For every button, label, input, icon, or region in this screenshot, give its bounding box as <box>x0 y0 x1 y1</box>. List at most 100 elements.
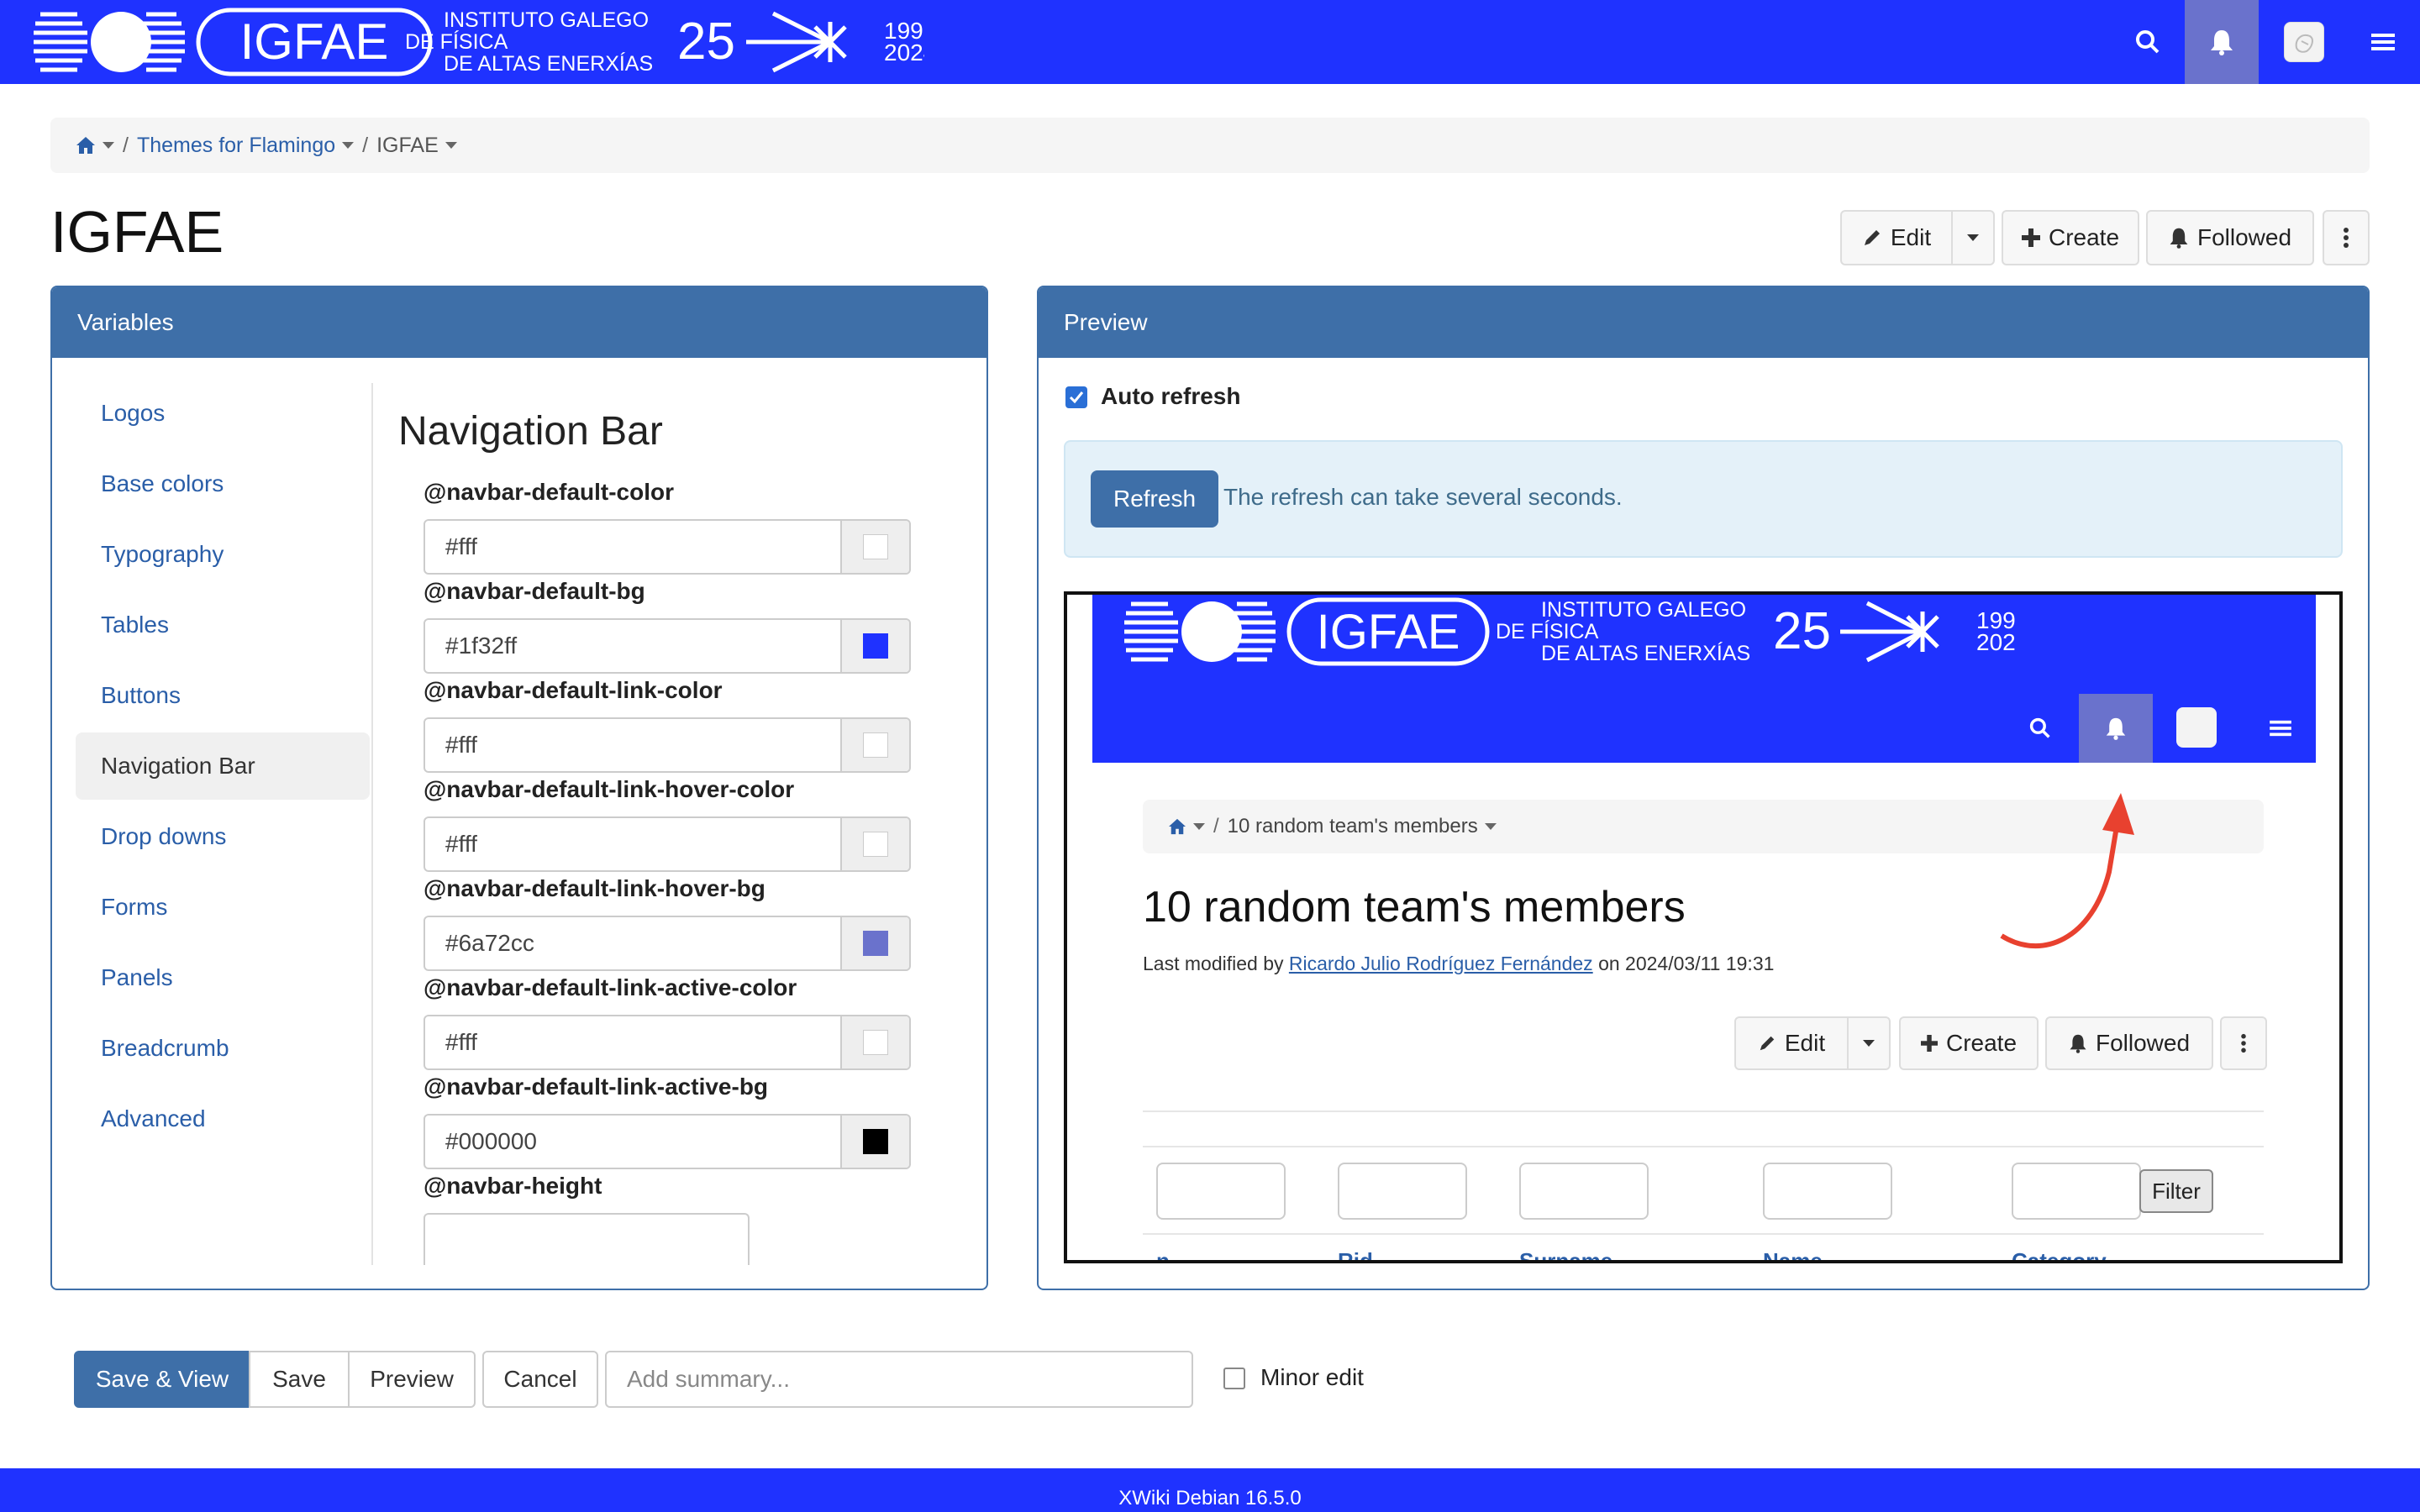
sidebar-item-advanced[interactable]: Advanced <box>76 1085 370 1152</box>
chevron-down-icon[interactable] <box>1193 823 1205 830</box>
sidebar-item-breadcrumb[interactable]: Breadcrumb <box>76 1015 370 1082</box>
notifications-button[interactable] <box>2185 0 2259 84</box>
edit-dropdown-button[interactable] <box>1951 210 1995 265</box>
preview-menu-button[interactable] <box>2255 694 2306 763</box>
user-avatar-button[interactable] <box>2267 0 2341 84</box>
preview-button[interactable]: Preview <box>348 1351 476 1408</box>
svg-text:INSTITUTO GALEGO: INSTITUTO GALEGO <box>1541 598 1746 622</box>
breadcrumb-item-themes[interactable]: Themes for Flamingo <box>137 134 335 158</box>
column-header-name[interactable]: Name <box>1763 1248 1823 1260</box>
column-header-surname[interactable]: Surname <box>1519 1248 1612 1260</box>
preview-search-button[interactable] <box>2015 694 2065 763</box>
filter-input-surname[interactable] <box>1519 1163 1649 1220</box>
color-picker-button[interactable] <box>840 1016 909 1068</box>
pencil-icon <box>1864 230 1880 245</box>
chevron-down-icon[interactable] <box>445 142 457 149</box>
home-link[interactable] <box>76 136 114 155</box>
color-picker-button[interactable] <box>840 620 909 672</box>
followed-label: Followed <box>2196 224 2292 250</box>
var-label-navbar-default-color: @navbar-default-color <box>424 479 675 505</box>
followed-label: Followed <box>2095 1030 2191 1056</box>
home-icon <box>76 137 95 154</box>
sidebar-item-buttons[interactable]: Buttons <box>76 662 370 729</box>
auto-refresh-label: Auto refresh <box>1101 383 1241 409</box>
home-icon[interactable] <box>1168 818 1186 835</box>
color-picker-button[interactable] <box>840 719 909 771</box>
preview-avatar[interactable] <box>2176 707 2217 748</box>
footer-version: XWiki Debian 16.5.0 <box>1118 1487 1302 1509</box>
sidebar-item-navigation-bar[interactable]: Navigation Bar <box>76 732 370 800</box>
var-input-navbar-height[interactable] <box>424 1213 750 1265</box>
color-swatch <box>863 1129 888 1154</box>
plus-icon <box>2021 228 2040 247</box>
color-picker-button[interactable] <box>840 1116 909 1168</box>
var-input-navbar-default-link-active-bg[interactable]: #000000 <box>424 1114 911 1169</box>
preview-followed-button[interactable]: Followed <box>2045 1016 2213 1070</box>
filter-button[interactable]: Filter <box>2139 1169 2213 1213</box>
edit-button[interactable]: Edit <box>1840 210 1953 265</box>
var-input-navbar-default-bg[interactable]: #1f32ff <box>424 618 911 674</box>
save-and-view-button[interactable]: Save & View <box>74 1351 250 1408</box>
save-button[interactable]: Save <box>249 1351 350 1408</box>
modified-prefix: Last modified by <box>1143 953 1284 974</box>
followed-button[interactable]: Followed <box>2146 210 2314 265</box>
filter-input-rid[interactable] <box>1338 1163 1467 1220</box>
var-input-navbar-default-link-hover-bg[interactable]: #6a72cc <box>424 916 911 971</box>
preview-page-title: 10 random team's members <box>1143 883 1686 932</box>
summary-input[interactable]: Add summary... <box>605 1351 1193 1408</box>
filter-input-n[interactable] <box>1156 1163 1286 1220</box>
menu-button[interactable] <box>2346 0 2420 84</box>
color-picker-button[interactable] <box>840 521 909 573</box>
var-input-navbar-default-link-active-color[interactable]: #fff <box>424 1015 911 1070</box>
filter-input-category[interactable] <box>2012 1163 2141 1220</box>
sidebar-item-tables[interactable]: Tables <box>76 591 370 659</box>
color-picker-button[interactable] <box>840 917 909 969</box>
filter-input-name[interactable] <box>1763 1163 1892 1220</box>
chevron-down-icon[interactable] <box>342 142 355 149</box>
auto-refresh-checkbox[interactable] <box>1065 386 1087 408</box>
column-header-category[interactable]: Category <box>2012 1248 2107 1260</box>
sidebar-item-drop-downs[interactable]: Drop downs <box>76 803 370 870</box>
minor-edit-checkbox[interactable] <box>1223 1368 1245 1389</box>
modified-suffix: on 2024/03/11 19:31 <box>1598 953 1775 974</box>
preview-navbar: IGFAE INSTITUTO GALEGO DE FÍSICA DE ALTA… <box>1092 595 2316 763</box>
breadcrumb-separator: / <box>362 133 369 157</box>
color-picker-button[interactable] <box>840 818 909 870</box>
chevron-down-icon[interactable] <box>1484 823 1497 830</box>
preview-more-button[interactable] <box>2220 1016 2267 1070</box>
sidebar-item-typography[interactable]: Typography <box>76 521 370 588</box>
chevron-down-icon[interactable] <box>103 142 114 149</box>
svg-text:2024: 2024 <box>884 39 924 66</box>
sidebar-item-forms[interactable]: Forms <box>76 874 370 941</box>
create-button[interactable]: Create <box>2002 210 2139 265</box>
var-value: #1f32ff <box>445 633 518 659</box>
minor-edit-label: Minor edit <box>1260 1364 1364 1390</box>
sidebar-item-panels[interactable]: Panels <box>76 944 370 1011</box>
var-value: #6a72cc <box>445 930 534 956</box>
var-input-navbar-default-link-hover-color[interactable]: #fff <box>424 816 911 872</box>
var-label-navbar-default-link-active-bg: @navbar-default-link-active-bg <box>424 1074 769 1100</box>
top-navbar: IGFAE INSTITUTO GALEGO DE FÍSICA DE ALTA… <box>0 0 2420 84</box>
column-header-rid[interactable]: Rid <box>1338 1248 1373 1260</box>
preview-breadcrumb-current: 10 random team's members <box>1227 815 1478 837</box>
svg-text:DE FÍSICA: DE FÍSICA <box>405 29 508 54</box>
preview-create-button[interactable]: Create <box>1899 1016 2039 1070</box>
avatar-sketch-icon <box>2295 34 2313 53</box>
refresh-button[interactable]: Refresh <box>1091 470 1218 528</box>
hamburger-icon <box>2371 34 2395 50</box>
var-input-navbar-default-link-color[interactable]: #fff <box>424 717 911 773</box>
author-link[interactable]: Ricardo Julio Rodríguez Fernández <box>1289 953 1593 974</box>
cancel-button[interactable]: Cancel <box>482 1351 598 1408</box>
sidebar-item-base-colors[interactable]: Base colors <box>76 450 370 517</box>
igfae-logo[interactable]: IGFAE INSTITUTO GALEGO DE FÍSICA DE ALTA… <box>34 5 924 79</box>
sidebar-item-logos[interactable]: Logos <box>76 380 370 447</box>
breadcrumb: / Themes for Flamingo / IGFAE <box>50 118 2370 173</box>
search-button[interactable] <box>2111 0 2185 84</box>
var-label-navbar-default-link-hover-color: @navbar-default-link-hover-color <box>424 776 795 802</box>
more-actions-button[interactable] <box>2323 210 2370 265</box>
var-input-navbar-default-color[interactable]: #fff <box>424 519 911 575</box>
preview-notifications-button[interactable] <box>2079 694 2153 763</box>
column-header-n[interactable]: n <box>1156 1248 1170 1260</box>
preview-edit-button[interactable]: Edit <box>1734 1016 1849 1070</box>
preview-edit-dropdown[interactable] <box>1847 1016 1891 1070</box>
